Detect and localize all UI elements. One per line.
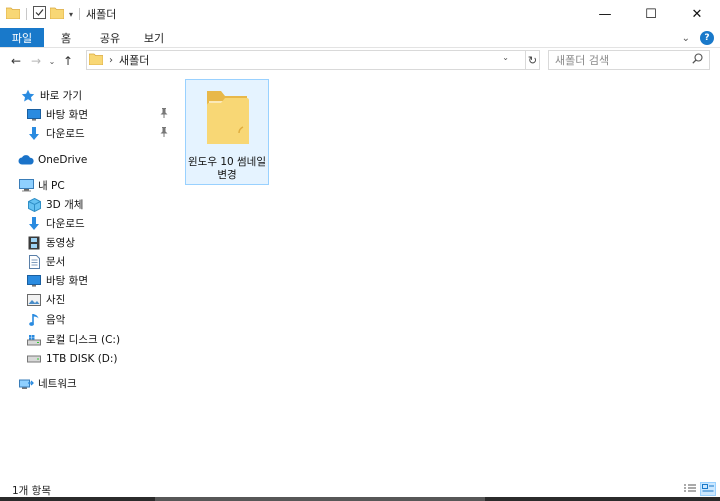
minimize-button[interactable]: — — [582, 0, 628, 28]
search-box[interactable]: 새폴더 검색 — [548, 50, 710, 70]
nav-label: 문서 — [46, 256, 66, 268]
nav-label: 바탕 화면 — [46, 275, 88, 287]
search-input[interactable]: 새폴더 검색 — [555, 52, 692, 68]
view-switcher — [682, 482, 716, 496]
taskbar-highlight — [155, 497, 485, 501]
tab-share[interactable]: 공유 — [88, 28, 132, 47]
network-icon — [18, 376, 34, 392]
quick-access-toolbar: ▾ — [0, 0, 82, 28]
nav-videos[interactable]: 동영상 — [26, 233, 172, 252]
item-count: 1개 항목 — [12, 484, 51, 497]
windows-drive-icon — [26, 332, 42, 348]
customize-toolbar-icon[interactable]: ▾ — [69, 10, 73, 19]
star-icon — [20, 88, 36, 104]
nav-local-disk-c[interactable]: 로컬 디스크 (C:) — [26, 330, 172, 349]
toolbar-divider — [26, 8, 27, 20]
nav-downloads[interactable]: 다운로드 — [26, 214, 172, 233]
back-button[interactable]: ← — [6, 50, 26, 72]
nav-label: 다운로드 — [46, 128, 85, 140]
nav-label: 내 PC — [38, 180, 65, 192]
properties-icon[interactable] — [33, 6, 46, 22]
window-title: 새폴더 — [86, 8, 117, 21]
nav-pictures[interactable]: 사진 — [26, 290, 172, 309]
navigation-bar: ← → ⌄ ↑ › 새폴더 ⌄ ↻ 새폴더 검색 — [0, 48, 720, 74]
refresh-button[interactable]: ↻ — [526, 50, 540, 70]
nav-label: 로컬 디스크 (C:) — [46, 334, 121, 346]
address-history-icon[interactable]: ⌄ — [502, 53, 509, 62]
tab-home[interactable]: 홈 — [44, 28, 88, 47]
breadcrumb-current[interactable]: 새폴더 — [119, 52, 149, 68]
address-bar[interactable]: › 새폴더 ⌄ — [86, 50, 526, 70]
recent-locations-button[interactable]: ⌄ — [46, 50, 58, 72]
nav-label: 네트워크 — [38, 378, 77, 390]
tab-file[interactable]: 파일 — [0, 28, 44, 47]
large-icons-view-icon[interactable] — [700, 482, 716, 496]
help-icon[interactable]: ? — [700, 31, 714, 45]
folder-icon — [203, 87, 251, 152]
nav-onedrive[interactable]: OneDrive — [18, 150, 168, 169]
nav-this-pc[interactable]: 내 PC — [18, 176, 168, 195]
download-arrow-icon — [26, 126, 42, 142]
folder-icon — [5, 7, 21, 22]
title-bar: ▾ 새폴더 — ☐ ✕ — [0, 0, 720, 28]
maximize-button[interactable]: ☐ — [628, 0, 674, 28]
nav-label: 사진 — [46, 294, 66, 306]
new-folder-icon[interactable] — [49, 7, 65, 22]
folder-icon — [88, 53, 104, 68]
nav-disk-d[interactable]: 1TB DISK (D:) — [26, 349, 172, 368]
search-icon[interactable] — [692, 53, 703, 67]
close-button[interactable]: ✕ — [674, 0, 720, 28]
nav-label: 1TB DISK (D:) — [46, 352, 118, 365]
desktop-icon — [26, 107, 42, 123]
music-note-icon — [26, 312, 42, 328]
nav-label: 바탕 화면 — [46, 109, 88, 121]
pin-icon[interactable] — [160, 108, 168, 121]
nav-label: 다운로드 — [46, 218, 85, 230]
details-view-icon[interactable] — [682, 482, 698, 496]
pin-icon[interactable] — [160, 127, 168, 140]
nav-label: 음악 — [46, 314, 66, 326]
document-icon — [26, 254, 42, 270]
nav-desktop[interactable]: 바탕 화면 — [26, 271, 172, 290]
nav-label: 바로 가기 — [40, 90, 82, 102]
nav-desktop-pinned[interactable]: 바탕 화면 — [26, 105, 172, 124]
toolbar-divider — [79, 8, 81, 20]
nav-label: 동영상 — [46, 237, 75, 249]
breadcrumb-separator[interactable]: › — [109, 55, 113, 66]
nav-downloads-pinned[interactable]: 다운로드 — [26, 124, 172, 143]
drive-icon — [26, 351, 42, 367]
nav-label: 3D 개체 — [46, 199, 84, 211]
nav-network[interactable]: 네트워크 — [18, 374, 168, 393]
picture-icon — [26, 292, 42, 308]
nav-music[interactable]: 음악 — [26, 310, 172, 329]
nav-quick-access[interactable]: 바로 가기 — [20, 86, 170, 105]
nav-label: OneDrive — [38, 153, 88, 166]
taskbar-edge — [0, 497, 720, 501]
tab-view[interactable]: 보기 — [132, 28, 176, 47]
cube-icon — [26, 197, 42, 213]
expand-ribbon-icon[interactable]: ⌄ — [682, 33, 690, 44]
ribbon-controls: ⌄ ? — [682, 29, 714, 47]
window-controls: — ☐ ✕ — [582, 0, 720, 28]
download-arrow-icon — [26, 216, 42, 232]
navigation-pane: 바로 가기 바탕 화면 다운로드 OneDrive 내 PC 3D 개체 다운로… — [0, 80, 174, 475]
forward-button[interactable]: → — [26, 50, 46, 72]
file-list[interactable]: 윈도우 10 썸네일 변경 — [175, 74, 720, 475]
folder-item[interactable]: 윈도우 10 썸네일 변경 — [185, 79, 269, 185]
computer-icon — [18, 178, 34, 194]
cloud-icon — [18, 152, 34, 168]
nav-3d-objects[interactable]: 3D 개체 — [26, 195, 172, 214]
up-button[interactable]: ↑ — [58, 50, 78, 72]
nav-documents[interactable]: 문서 — [26, 252, 172, 271]
folder-name: 윈도우 10 썸네일 변경 — [188, 156, 266, 181]
film-icon — [26, 235, 42, 251]
desktop-icon — [26, 273, 42, 289]
ribbon-tabs: 파일 홈 공유 보기 — [0, 28, 720, 48]
